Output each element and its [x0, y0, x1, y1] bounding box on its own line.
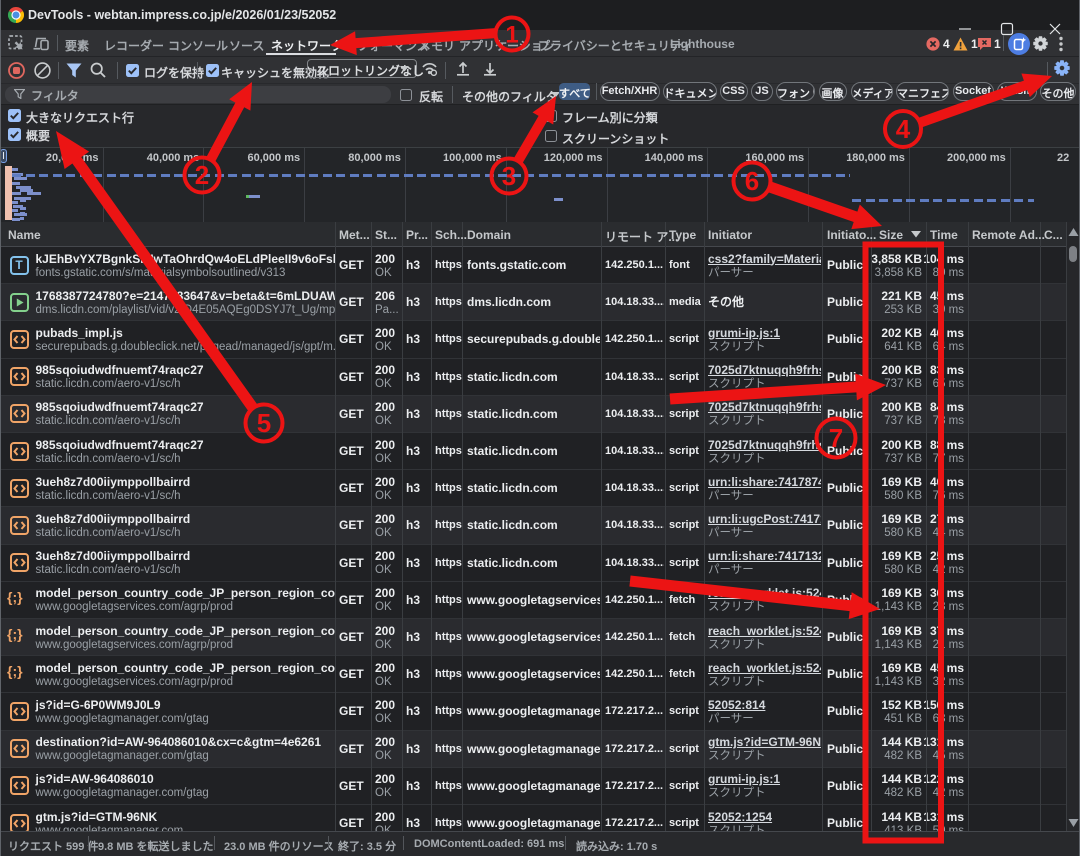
- svg-text:2: 2: [195, 160, 209, 190]
- svg-text:7: 7: [829, 423, 843, 453]
- svg-text:3: 3: [502, 161, 516, 191]
- svg-text:5: 5: [257, 408, 271, 438]
- svg-text:4: 4: [896, 114, 911, 144]
- svg-text:6: 6: [745, 166, 759, 196]
- svg-text:1: 1: [505, 21, 518, 48]
